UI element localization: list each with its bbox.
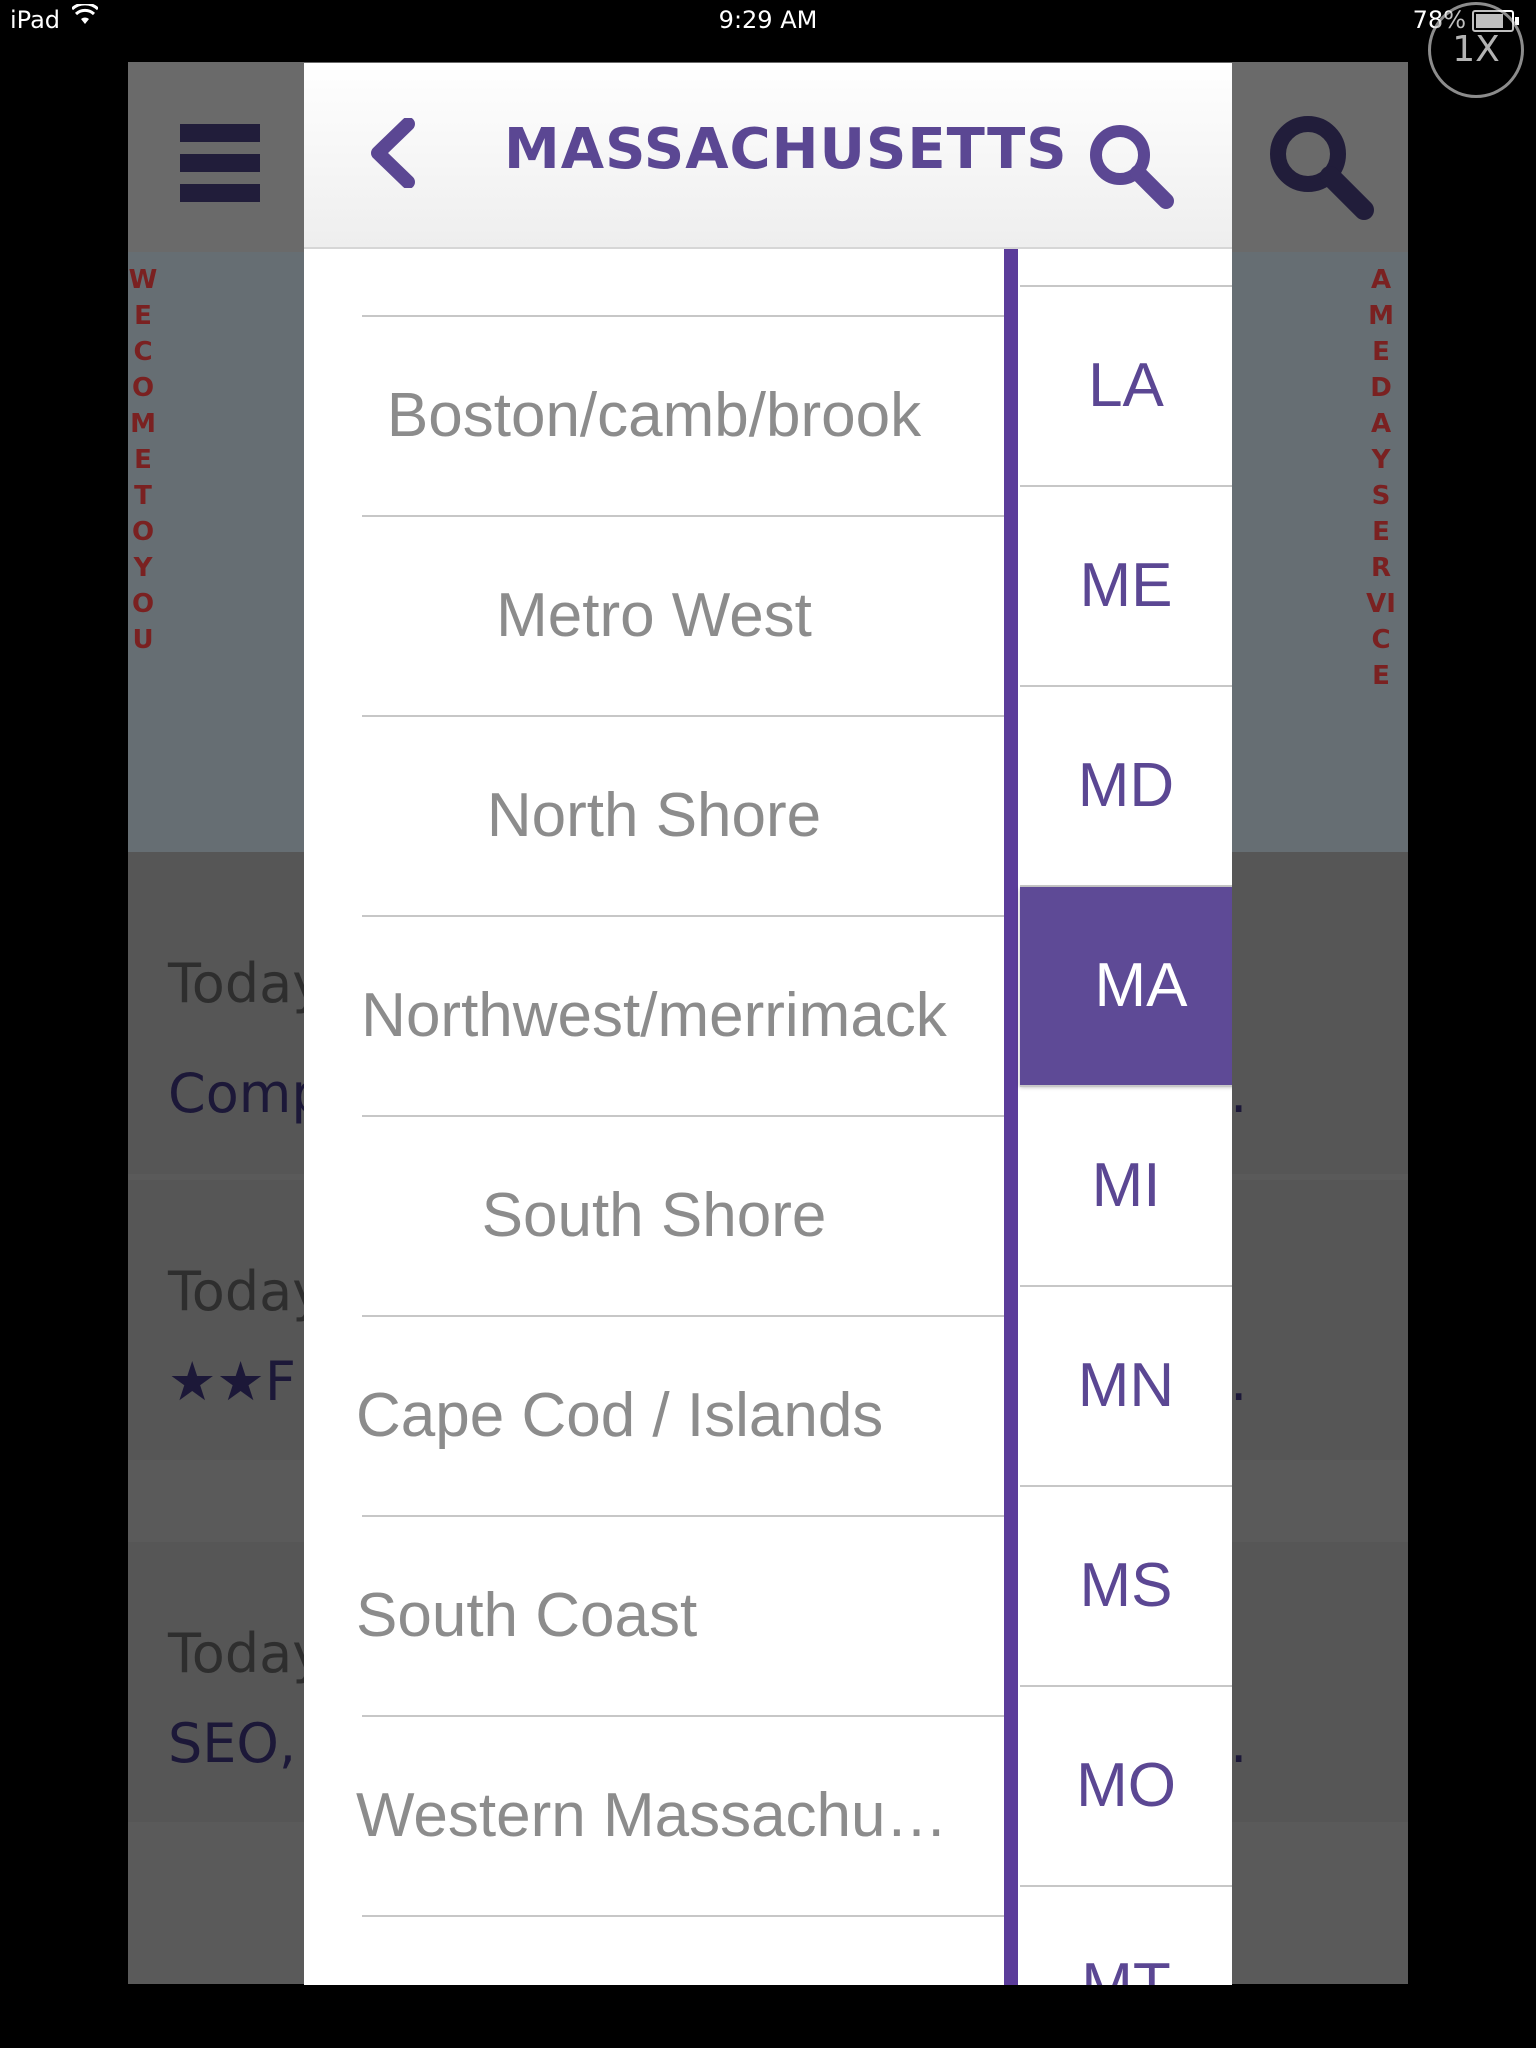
- index-divider-bar: [1004, 249, 1018, 1985]
- state-item-mt[interactable]: MT: [1020, 1887, 1232, 1985]
- region-list: Boston/camb/brook Metro West North Shore…: [304, 249, 1004, 1985]
- popover-header: MASSACHUSETTS: [304, 63, 1232, 249]
- banner-left-text: WE COME TO YOU: [128, 265, 158, 655]
- region-item-south-shore[interactable]: South Shore: [304, 1115, 1004, 1315]
- region-item-northwest[interactable]: Northwest/merrimack: [304, 915, 1004, 1115]
- menu-icon: [180, 124, 260, 204]
- card-title: ★★F: [168, 1350, 296, 1413]
- card-date: Today: [168, 1260, 325, 1323]
- region-item-western-mass[interactable]: Western Massachu…: [304, 1715, 1004, 1915]
- region-item-cape-cod[interactable]: Cape Cod / Islands: [304, 1315, 1004, 1515]
- popover-title: MASSACHUSETTS: [504, 117, 1068, 182]
- state-item-md[interactable]: MD: [1020, 687, 1232, 885]
- state-item-ma-selected[interactable]: MA: [1020, 887, 1232, 1085]
- status-bar: iPad 9:29 AM 78%: [0, 0, 1536, 40]
- divider: [362, 1915, 1004, 1917]
- zoom-badge[interactable]: 1X: [1428, 2, 1524, 98]
- banner-right-text: AME DAY SERVICE: [1366, 265, 1396, 691]
- state-index-list: LA ME MD MA MI MN MS MO MT: [1020, 249, 1232, 1985]
- card-title: Comp: [168, 1062, 326, 1125]
- region-picker-popover: MASSACHUSETTS Boston/camb/brook Metro We…: [304, 63, 1232, 1985]
- region-item-south-coast[interactable]: South Coast: [304, 1515, 1004, 1715]
- search-icon: [1270, 116, 1374, 220]
- region-item-north-shore[interactable]: North Shore: [304, 715, 1004, 915]
- state-item-mo[interactable]: MO: [1020, 1687, 1232, 1885]
- state-item-ms[interactable]: MS: [1020, 1487, 1232, 1685]
- back-chevron-icon[interactable]: [364, 118, 424, 188]
- card-date: Today: [168, 952, 325, 1015]
- status-time: 9:29 AM: [718, 6, 818, 34]
- region-item-boston[interactable]: Boston/camb/brook: [304, 315, 1004, 515]
- card-date: Today: [168, 1622, 325, 1685]
- state-item-me[interactable]: ME: [1020, 487, 1232, 685]
- card-title: SEO,: [168, 1712, 297, 1775]
- region-item-metro-west[interactable]: Metro West: [304, 515, 1004, 715]
- state-item-mn[interactable]: MN: [1020, 1287, 1232, 1485]
- state-item-la[interactable]: LA: [1020, 287, 1232, 485]
- state-item-mi[interactable]: MI: [1020, 1087, 1232, 1285]
- search-icon[interactable]: [1086, 121, 1176, 211]
